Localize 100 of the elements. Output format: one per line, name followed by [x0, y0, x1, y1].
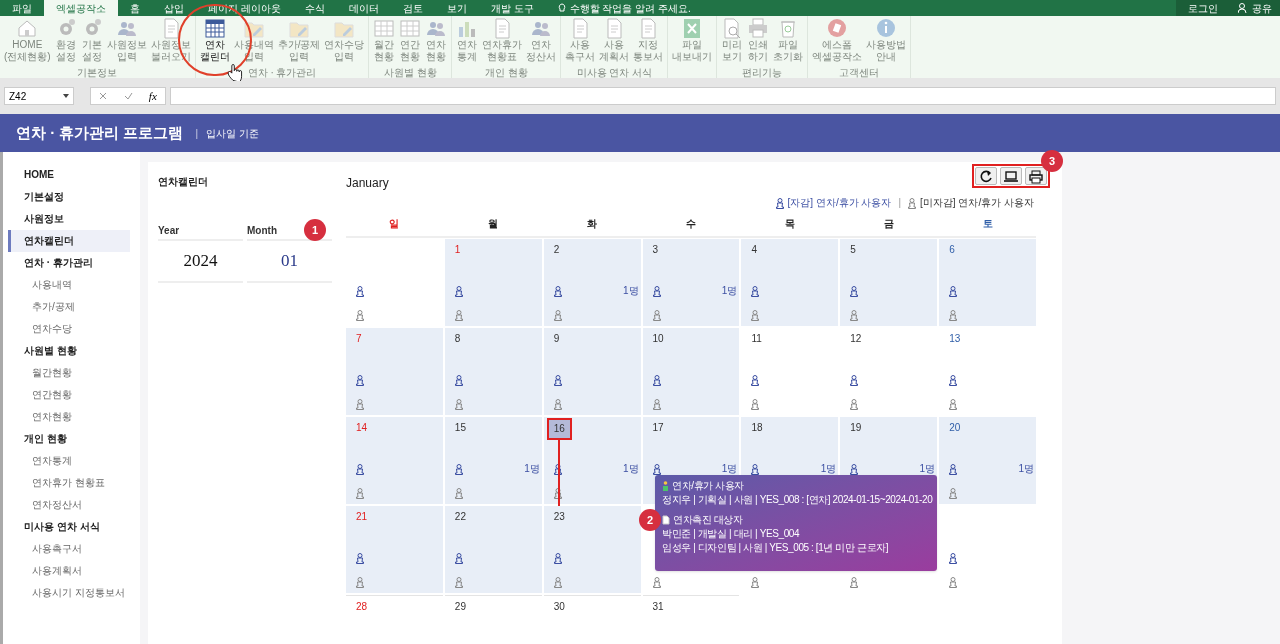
day-number[interactable]: 3 [652, 244, 659, 256]
login-button[interactable]: 로그인 [1176, 0, 1230, 16]
day-number[interactable]: 20 [949, 422, 961, 434]
refresh-button[interactable] [975, 167, 997, 185]
sidebar-subitem[interactable]: 연간현황 [8, 384, 130, 406]
sidebar-subitem[interactable]: 사용내역 [8, 274, 130, 296]
day-number[interactable]: 8 [454, 333, 461, 345]
sidebar-item[interactable]: 개인 현황 [8, 428, 130, 450]
calendar-cell[interactable]: 9 [543, 328, 641, 415]
person-icon [1238, 3, 1248, 13]
calendar-cell[interactable]: 1 [444, 239, 542, 326]
tell-me-text[interactable]: 수행할 작업을 알려 주세요. [569, 0, 691, 16]
day-number[interactable]: 5 [850, 244, 856, 256]
weekday-header: 월 [487, 217, 500, 231]
day-number[interactable]: 10 [652, 333, 664, 345]
calendar-cell[interactable]: 7 [346, 328, 443, 415]
checkmark-icon [123, 92, 133, 100]
sidebar-item[interactable]: 미사용 연차 서식 [8, 516, 130, 538]
sidebar-item[interactable]: 연차캘린더 [8, 230, 130, 252]
ribbon-tab[interactable]: 데이터 [336, 0, 391, 16]
count-label: 1명 [721, 285, 738, 297]
day-number[interactable]: 17 [652, 422, 664, 434]
name-box[interactable]: Z42 [4, 87, 74, 105]
count-label: 1명 [721, 463, 738, 475]
day-number[interactable]: 9 [553, 333, 560, 345]
day-number[interactable]: 12 [850, 333, 862, 345]
calendar-cell[interactable]: 2 1명 [543, 239, 641, 326]
day-number[interactable]: 29 [454, 601, 466, 613]
calendar-cell[interactable]: 21 [346, 506, 443, 593]
person-icon [949, 398, 958, 410]
calendar-cell[interactable]: 15 1명 [444, 417, 542, 504]
sidebar-subitem[interactable]: 월간현황 [8, 362, 130, 384]
day-number[interactable]: 19 [850, 422, 862, 434]
day-number[interactable]: 4 [751, 244, 757, 256]
tooltip-heading: 연차촉진 대상자 [673, 513, 743, 527]
share-button[interactable]: 공유 [1230, 0, 1280, 16]
person-icon [850, 309, 859, 321]
calendar-cell[interactable]: 16 1명 [543, 417, 641, 504]
separator-text: | [898, 197, 902, 209]
day-number[interactable]: 13 [949, 333, 961, 345]
day-number[interactable]: 28 [356, 601, 368, 613]
calendar-cell[interactable]: 4 [741, 239, 839, 326]
ribbon-tab[interactable]: 홈 [118, 0, 152, 16]
ribbon-tab[interactable]: 삽입 [152, 0, 196, 16]
sidebar-subitem[interactable]: 추가/공제 [8, 296, 130, 318]
ribbon-tab[interactable]: 개발 도구 [478, 0, 546, 16]
calendar-cell[interactable]: 10 [642, 328, 740, 415]
day-number[interactable]: 23 [553, 511, 565, 523]
day-number[interactable]: 31 [652, 601, 664, 613]
calendar-cell[interactable]: 22 [444, 506, 542, 593]
year-value[interactable]: 2024 [158, 241, 243, 283]
day-number[interactable]: 14 [356, 422, 368, 434]
sidebar-subitem[interactable]: 사용계획서 [8, 560, 130, 582]
sidebar-item[interactable]: 사원정보 [8, 208, 130, 230]
calendar-cell[interactable]: 23 [543, 506, 641, 593]
count-label: 1명 [1018, 463, 1034, 475]
day-number[interactable]: 15 [454, 422, 466, 434]
sidebar-subitem[interactable]: 사용시기 지정통보서 [8, 582, 130, 604]
column-header: Year [158, 223, 243, 241]
sidebar-item[interactable]: HOME [8, 164, 130, 186]
day-number[interactable]: 2 [553, 244, 560, 256]
ribbon-tab[interactable]: 보기 [434, 0, 479, 16]
laptop-button[interactable] [1000, 167, 1022, 185]
day-number[interactable]: 7 [356, 333, 362, 345]
calendar-cell[interactable]: 6 [939, 239, 1036, 326]
day-number[interactable]: 11 [751, 333, 762, 345]
person-icon [751, 309, 760, 321]
formula-input[interactable] [170, 87, 1276, 105]
day-number[interactable]: 1 [454, 244, 461, 256]
day-number[interactable]: 21 [356, 511, 368, 523]
group-label: 연차 · 휴가관리 [247, 67, 317, 78]
ribbon-tab[interactable]: 엑셀공작소 [44, 0, 118, 16]
sidebar-subitem[interactable]: 연차휴가 현황표 [8, 472, 130, 494]
printer-icon [1028, 168, 1044, 184]
calendar-cell[interactable]: 5 [840, 239, 938, 326]
sidebar-subitem[interactable]: 사용촉구서 [8, 538, 130, 560]
ribbon-tab[interactable]: 검토 [390, 0, 435, 16]
day-number[interactable]: 6 [949, 244, 955, 256]
day-number[interactable]: 18 [751, 422, 763, 434]
day-number[interactable]: 30 [553, 601, 565, 613]
sidebar-subitem[interactable]: 연차통계 [8, 450, 130, 472]
ribbon-tab[interactable]: 수식 [292, 0, 337, 16]
calendar-cell[interactable]: 8 [444, 328, 542, 415]
day-number[interactable]: 16 [546, 418, 572, 440]
calendar-cell[interactable]: 20 1명 [939, 417, 1036, 504]
sidebar-subitem[interactable]: 연차수당 [8, 318, 130, 340]
day-number[interactable]: 22 [454, 511, 466, 523]
ribbon-tab[interactable]: 파일 [0, 0, 44, 16]
person-icon [775, 197, 784, 209]
ribbon-button[interactable]: 연차 캘린더 [197, 17, 232, 63]
sidebar-item[interactable]: 기본설정 [8, 186, 130, 208]
calendar-cell[interactable]: 3 1명 [642, 239, 740, 326]
sidebar-item[interactable]: 연차 · 휴가관리 [8, 252, 130, 274]
function-label[interactable]: fx [148, 87, 157, 105]
sidebar-subitem[interactable]: 연차정산서 [8, 494, 130, 516]
month-value[interactable]: 01 [247, 241, 332, 283]
print-button[interactable] [1025, 167, 1047, 185]
calendar-cell[interactable]: 14 [346, 417, 443, 504]
sidebar-subitem[interactable]: 연차현황 [8, 406, 130, 428]
sidebar-item[interactable]: 사원별 현황 [8, 340, 130, 362]
